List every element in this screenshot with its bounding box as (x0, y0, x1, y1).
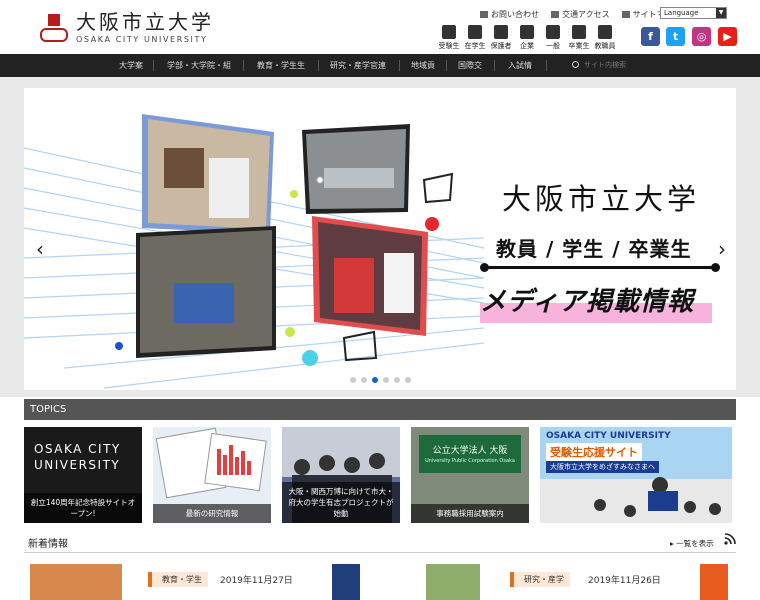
logo-english: OSAKA CITY UNIVERSITY (76, 34, 208, 44)
access-link[interactable]: 交通アクセス (551, 9, 610, 20)
target-audience-nav: 受験生 在学生 保護者 企業 一般 卒業生 教職員 (436, 25, 618, 51)
news-category: 教育・学生 (148, 572, 208, 587)
facebook-icon[interactable]: f (641, 27, 660, 46)
topic-caption: 事務職採用試験案内 (411, 504, 529, 523)
hero-media-label: メディア掲載情報 (480, 287, 695, 317)
news-date: 2019年11月26日 (588, 576, 661, 586)
person-icon (546, 25, 560, 39)
prev-slide-button[interactable]: ‹ (32, 238, 48, 260)
gnav-international[interactable]: 国際交 (458, 54, 482, 77)
examinee-photo (540, 477, 732, 523)
mail-icon (480, 11, 488, 18)
topic-card-research[interactable]: 最新の研究情報 (153, 427, 271, 523)
sitemap-icon (621, 11, 630, 18)
instagram-icon[interactable]: ◎ (692, 27, 711, 46)
gnav-admissions[interactable]: 入試情 (508, 54, 532, 77)
pencil-icon (442, 25, 456, 39)
carousel-dot-active[interactable] (372, 377, 378, 383)
news-divider (24, 552, 736, 553)
topic-caption: 最新の研究情報 (153, 504, 271, 523)
target-parents[interactable]: 保護者 (488, 25, 514, 51)
family-icon (494, 25, 508, 39)
youtube-icon[interactable]: ▶ (718, 27, 737, 46)
briefcase-icon (520, 25, 534, 39)
staff-icon (598, 25, 612, 39)
hero-slide[interactable]: 大阪市立大学 教員 / 学生 / 卒業生 メディア掲載情報 ‹ › (24, 88, 736, 390)
news-header: 新着情報 ▸ 一覧を表示 (24, 531, 736, 551)
language-select[interactable]: Language ▼ (660, 7, 727, 19)
carousel-dot[interactable] (361, 377, 367, 383)
hero-title: 大阪市立大学 (502, 182, 701, 216)
news-card[interactable]: 研究・産学 2019年11月26日 (398, 564, 736, 600)
topic-card-examinee-site[interactable]: OSAKA CITY UNIVERSITY 受験生応援サイト 大阪市立大学をめざ… (540, 427, 732, 523)
topic-card-expo[interactable]: 大阪・関西万博に向けて市大・府大の学生有志プロジェクトが始動 (282, 427, 400, 523)
corporation-sign: 公立大学法人 大阪 University Public Corporation … (419, 435, 521, 473)
gnav-education[interactable]: 教育・学生生 (257, 54, 305, 77)
topics-heading: TOPICS (24, 399, 736, 420)
search-input[interactable]: サイト内検索 (570, 58, 660, 73)
news-more-link[interactable]: ▸ 一覧を表示 (670, 538, 714, 549)
train-icon (551, 11, 559, 18)
global-nav: 大学案 学部・大学院・組 教育・学生生 研究・産学官連 地域貢 国際交 入試情 … (0, 54, 760, 77)
carousel-dot[interactable] (350, 377, 356, 383)
news-badge-icon (332, 564, 360, 600)
target-staff[interactable]: 教職員 (592, 25, 618, 51)
topic-caption: 大阪・関西万博に向けて市大・府大の学生有志プロジェクトが始動 (282, 482, 400, 523)
books-icon (468, 25, 482, 39)
topic-card-recruit[interactable]: 公立大学法人 大阪 University Public Corporation … (411, 427, 529, 523)
topic-card-140th[interactable]: OSAKA CITY UNIVERSITY 創立140周年記念特設サイトオープン… (24, 427, 142, 523)
contact-link[interactable]: お問い合わせ (480, 9, 539, 20)
target-public[interactable]: 一般 (540, 25, 566, 51)
twitter-icon[interactable]: t (666, 27, 685, 46)
news-thumbnail (30, 564, 122, 600)
graduate-icon (572, 25, 586, 39)
site-header: 大阪市立大学 OSAKA CITY UNIVERSITY お問い合わせ 交通アク… (0, 0, 760, 54)
news-heading: 新着情報 (28, 539, 68, 550)
logo-japanese: 大阪市立大学 (76, 9, 214, 34)
target-students[interactable]: 在学生 (462, 25, 488, 51)
carousel-dot[interactable] (383, 377, 389, 383)
examinee-banner-jp: 受験生応援サイト (546, 443, 642, 461)
university-logo[interactable]: 大阪市立大学 OSAKA CITY UNIVERSITY (38, 10, 214, 44)
carousel-dot[interactable] (394, 377, 400, 383)
logo-emblem-icon (38, 10, 70, 44)
hero-carousel: 大阪市立大学 教員 / 学生 / 卒業生 メディア掲載情報 ‹ › (0, 77, 760, 397)
gnav-research[interactable]: 研究・産学官連 (330, 54, 386, 77)
news-category: 研究・産学 (510, 572, 570, 587)
news-card[interactable]: 教育・学生 2019年11月27日 (30, 564, 360, 600)
topic-140th-title: OSAKA CITY UNIVERSITY (34, 442, 121, 472)
search-icon (572, 61, 579, 68)
topics-list: OSAKA CITY UNIVERSITY 創立140周年記念特設サイトオープン… (24, 427, 736, 523)
gnav-community[interactable]: 地域貢 (411, 54, 435, 77)
news-badge-icon (700, 564, 728, 600)
examinee-banner-en: OSAKA CITY UNIVERSITY (546, 431, 671, 441)
rss-icon[interactable] (724, 533, 736, 545)
target-alumni[interactable]: 卒業生 (566, 25, 592, 51)
target-companies[interactable]: 企業 (514, 25, 540, 51)
utility-links: お問い合わせ 交通アクセス サイトマップ (480, 9, 681, 20)
news-thumbnail (426, 564, 480, 600)
chevron-down-icon: ▼ (716, 8, 726, 18)
carousel-dots (350, 377, 411, 383)
hero-subtitle: 教員 / 学生 / 卒業生 (496, 237, 692, 261)
news-date: 2019年11月27日 (220, 576, 293, 586)
topic-caption: 創立140周年記念特設サイトオープン! (24, 493, 142, 523)
carousel-dot[interactable] (405, 377, 411, 383)
gnav-faculties[interactable]: 学部・大学院・組 (167, 54, 231, 77)
examinee-banner-sub: 大阪市立大学をめざすみなさまへ (546, 461, 659, 473)
next-slide-button[interactable]: › (714, 238, 730, 260)
target-examinees[interactable]: 受験生 (436, 25, 462, 51)
gnav-about[interactable]: 大学案 (119, 54, 143, 77)
hero-divider (480, 263, 720, 272)
